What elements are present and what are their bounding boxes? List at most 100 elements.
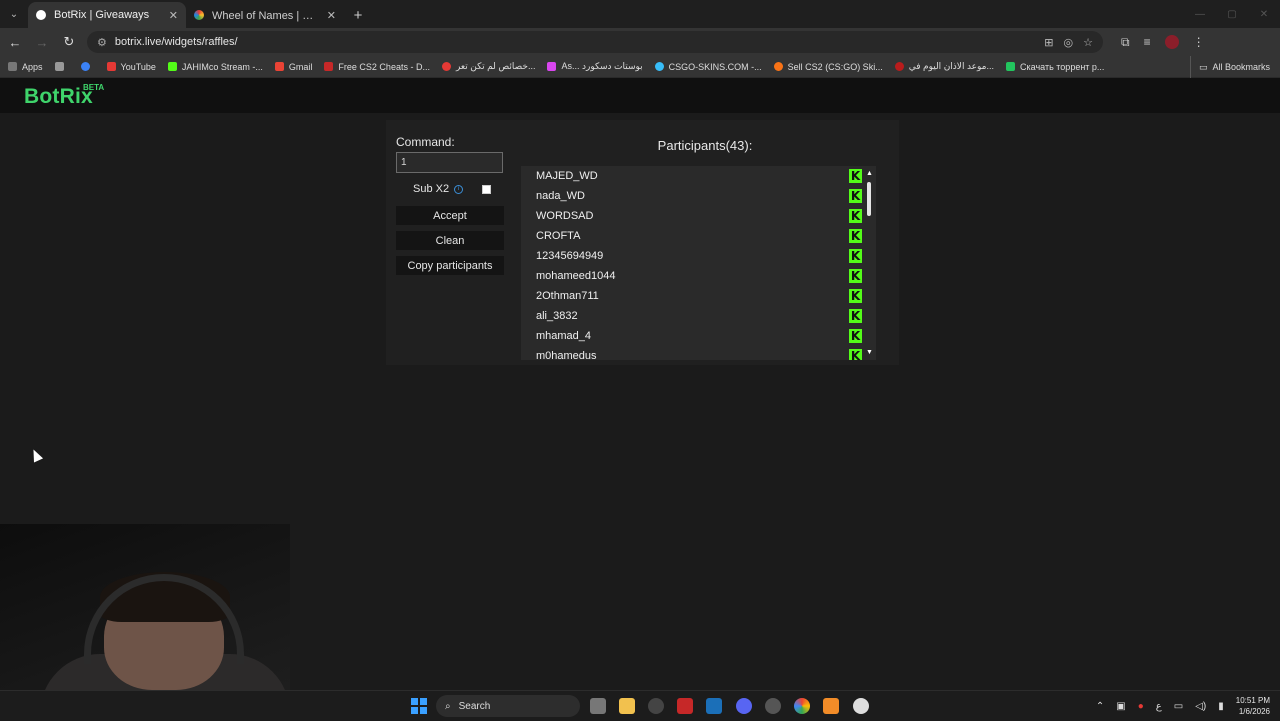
botrix-favicon-icon [36, 10, 46, 20]
site-icon [894, 62, 904, 71]
kick-icon: K [849, 289, 862, 303]
bookmark-sell-cs2[interactable]: Sell CS2 (CS:GO) Ski... [773, 62, 883, 72]
close-tab-icon[interactable]: ✕ [327, 9, 336, 22]
bookmark-csgo-skins[interactable]: CSGO-SKINS.COM -... [654, 62, 762, 72]
windows-start-icon[interactable] [411, 698, 427, 714]
search-icon: ⌕ [445, 700, 451, 712]
eye-off-icon[interactable]: ◎ [1064, 36, 1074, 49]
chrome-icon[interactable] [794, 698, 810, 714]
profile-avatar[interactable] [1164, 35, 1179, 49]
discord-icon[interactable] [736, 698, 752, 714]
page-content: BotRix BETA Command: Sub X2 i Accept Cle… [0, 78, 1280, 690]
folder-icon: ▭ [1198, 61, 1208, 72]
scroll-down-icon[interactable]: ▼ [866, 349, 873, 356]
app-icon[interactable] [765, 698, 781, 714]
menu-icon[interactable]: ⋮ [1193, 35, 1205, 49]
sub-x2-checkbox[interactable] [482, 185, 491, 194]
browser-tabbar: ⌄ BotRix | Giveaways ✕ Wheel of Names | … [0, 0, 1280, 28]
reload-icon[interactable]: ↻ [57, 30, 81, 54]
bookmark-torrent[interactable]: Скачать торрент р... [1006, 62, 1104, 72]
gmail-icon [274, 62, 284, 71]
windows-taskbar: ⌕ Search ⌃ ▣ ● ع ▭ ◁) ▮ 10:51 PM 1/6/202… [0, 690, 1280, 720]
app-icon[interactable] [677, 698, 693, 714]
battery-icon[interactable]: ▮ [1218, 701, 1224, 712]
participants-title: Participants(43): [657, 138, 753, 153]
participants-list[interactable]: MAJED_WD K nada_WD K WORDSAD K CROFTA K 1234… [521, 166, 876, 360]
bookmark-cs2-cheats[interactable]: Free CS2 Cheats - D... [324, 62, 430, 72]
close-tab-icon[interactable]: ✕ [169, 9, 178, 22]
close-window-icon[interactable]: ✕ [1248, 0, 1280, 28]
language-indicator[interactable]: ع [1156, 701, 1162, 712]
kick-icon: K [849, 249, 862, 263]
command-input[interactable] [396, 152, 503, 173]
address-text: botrix.live/widgets/raffles/ [114, 36, 238, 48]
site-icon [1006, 62, 1016, 71]
beta-badge: BETA [83, 83, 105, 92]
new-tab-button[interactable]: + [344, 2, 372, 28]
list-item: nada_WD K [536, 189, 862, 203]
youtube-icon [106, 62, 116, 71]
clean-button[interactable]: Clean [396, 231, 504, 250]
maximize-icon[interactable]: ▢ [1216, 0, 1248, 28]
site-info-icon[interactable]: ⚙ [97, 36, 107, 49]
taskbar-search[interactable]: ⌕ Search [436, 695, 580, 717]
back-icon[interactable]: ← [3, 30, 27, 54]
volume-icon[interactable]: ◁) [1195, 701, 1206, 712]
star-icon[interactable]: ☆ [1083, 36, 1093, 49]
list-item: mhamad_4 K [536, 329, 862, 343]
settings-icon[interactable] [853, 698, 869, 714]
list-item: ali_3832 K [536, 309, 862, 323]
address-bar[interactable]: ⚙ botrix.live/widgets/raffles/ ⊞ ◎ ☆ [87, 31, 1103, 53]
tray-app-icon[interactable]: ▣ [1116, 701, 1125, 712]
youtube-icon [441, 62, 451, 71]
bookmark-arabic-1[interactable]: خصائص لم تكن تعر... [441, 61, 535, 72]
bookmark-facebook[interactable] [80, 62, 95, 71]
file-explorer-icon[interactable] [619, 698, 635, 714]
clock[interactable]: 10:51 PM 1/6/2026 [1236, 695, 1270, 717]
info-icon[interactable]: i [454, 184, 464, 194]
tab-search-icon[interactable]: ⌄ [0, 0, 28, 28]
tab-wheel-of-names[interactable]: Wheel of Names | اسم العشوائي ✕ [186, 2, 344, 28]
task-view-icon[interactable] [590, 698, 606, 714]
network-icon[interactable]: ▭ [1174, 701, 1183, 712]
forward-icon[interactable]: → [30, 30, 54, 54]
kick-icon: K [849, 329, 862, 343]
bookmark-gmail[interactable]: Gmail [274, 62, 312, 72]
bookmark-jahimco[interactable]: JAHIMco Stream -... [167, 62, 263, 72]
bookmark-apps[interactable]: Apps [8, 62, 43, 72]
kick-icon: K [849, 229, 862, 243]
list-item: 12345694949 K [536, 249, 862, 263]
translate-icon[interactable]: ⊞ [1044, 36, 1053, 49]
bookmarks-bar: Apps YouTube JAHIMco Stream -... Gmail F… [0, 56, 1280, 78]
tab-botrix[interactable]: BotRix | Giveaways ✕ [28, 2, 186, 28]
bookmark-youtube[interactable]: YouTube [106, 62, 156, 72]
grid-icon [54, 62, 64, 71]
copy-participants-button[interactable]: Copy participants [396, 256, 504, 275]
all-bookmarks[interactable]: ▭ All Bookmarks [1189, 56, 1270, 78]
raffle-widget: Command: Sub X2 i Accept Clean Copy part… [386, 120, 899, 365]
logitech-icon[interactable] [648, 698, 664, 714]
facebook-icon [80, 62, 90, 71]
list-item: 2Othman711 K [536, 289, 862, 303]
app-icon[interactable] [823, 698, 839, 714]
kick-icon: K [849, 269, 862, 283]
bookmark-grid[interactable] [54, 62, 69, 71]
minimize-icon[interactable]: — [1184, 0, 1216, 28]
scroll-up-icon[interactable]: ▲ [866, 170, 873, 177]
accept-button[interactable]: Accept [396, 206, 504, 225]
extensions-icon[interactable]: ⧉ [1121, 35, 1130, 50]
site-icon [654, 62, 664, 71]
apps-grid-icon [8, 62, 17, 71]
chevron-up-icon[interactable]: ⌃ [1096, 701, 1104, 712]
scroll-thumb[interactable] [867, 182, 871, 216]
list-scrollbar[interactable]: ▲ ▼ [866, 170, 873, 356]
bookmark-prayer-times[interactable]: موعد الاذان اليوم في... [894, 61, 994, 72]
bookmark-discord-posts[interactable]: As... بوستات دسكورد [547, 61, 643, 72]
app-header: BotRix BETA [0, 78, 1280, 113]
sub-x2-label: Sub X2 [413, 183, 450, 195]
steam-icon[interactable] [706, 698, 722, 714]
media-icon[interactable]: ≡ [1144, 35, 1151, 49]
microphone-icon[interactable]: ● [1138, 701, 1144, 712]
tab-title: BotRix | Giveaways [54, 9, 150, 21]
command-label: Command: [396, 135, 455, 149]
